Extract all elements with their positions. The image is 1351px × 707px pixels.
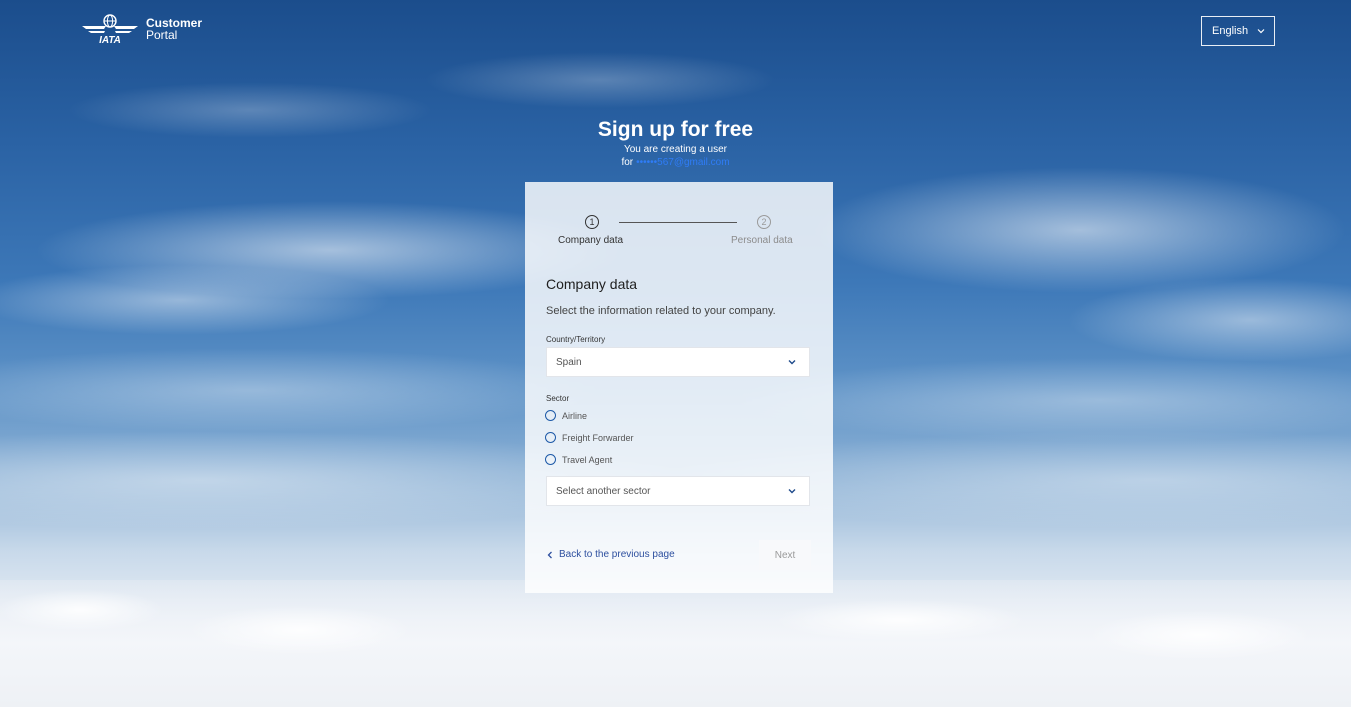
step-1-label: Company data: [558, 235, 624, 246]
radio-circle[interactable]: [545, 410, 556, 421]
chevron-left-icon: [547, 551, 552, 558]
sector-radio-airline[interactable]: Airline: [545, 410, 587, 421]
page-subtitle: You are creating a user: [623, 144, 728, 155]
iata-logo[interactable]: IATA Customer Portal: [80, 14, 202, 44]
for-label: for: [621, 157, 634, 168]
sector-radio-travel-agent[interactable]: Travel Agent: [545, 454, 612, 465]
step-connector: [619, 222, 737, 223]
radio-circle[interactable]: [545, 432, 556, 443]
other-sector-placeholder: Select another sector: [556, 485, 651, 497]
country-label: Country/Territory: [546, 335, 606, 344]
sector-option-label: Freight Forwarder: [562, 432, 634, 443]
back-link-label: Back to the previous page: [559, 549, 675, 560]
chevron-down-icon: [788, 360, 796, 365]
chevron-down-icon: [788, 489, 796, 494]
section-title: Company data: [546, 276, 638, 292]
other-sector-select[interactable]: Select another sector: [546, 476, 810, 506]
signup-header: Sign up for free You are creating a user…: [0, 118, 1351, 169]
stepper: 1 2 Company data Personal data: [525, 182, 833, 262]
sector-option-label: Airline: [562, 410, 588, 421]
cloud-bank: [0, 580, 1351, 707]
step-1-circle: 1: [585, 215, 599, 229]
next-button[interactable]: Next: [759, 540, 811, 570]
country-select[interactable]: Spain: [546, 347, 810, 377]
iata-logo-icon: IATA: [82, 14, 138, 44]
step-2-circle: 2: [757, 215, 771, 229]
sector-radio-freight-forwarder[interactable]: Freight Forwarder: [545, 432, 634, 443]
language-select[interactable]: English: [1201, 16, 1275, 46]
chevron-down-icon: [1257, 29, 1265, 34]
back-link[interactable]: Back to the previous page: [546, 549, 675, 560]
portal-name-line2: Portal: [146, 28, 178, 42]
svg-text:IATA: IATA: [99, 35, 121, 44]
country-value: Spain: [556, 356, 582, 368]
page-title: Sign up for free: [597, 118, 754, 141]
portal-name: Customer Portal: [146, 17, 202, 41]
user-email: ••••••567@gmail.com: [636, 157, 730, 168]
sector-option-label: Travel Agent: [562, 454, 613, 465]
email-line: for ••••••567@gmail.com: [0, 157, 1351, 169]
radio-circle[interactable]: [545, 454, 556, 465]
language-value: English: [1212, 25, 1249, 37]
step-2-label: Personal data: [731, 235, 793, 246]
section-description: Select the information related to your c…: [546, 305, 776, 317]
sector-label: Sector: [546, 394, 570, 403]
signup-card: 1 2 Company data Personal data Company d…: [525, 182, 833, 593]
